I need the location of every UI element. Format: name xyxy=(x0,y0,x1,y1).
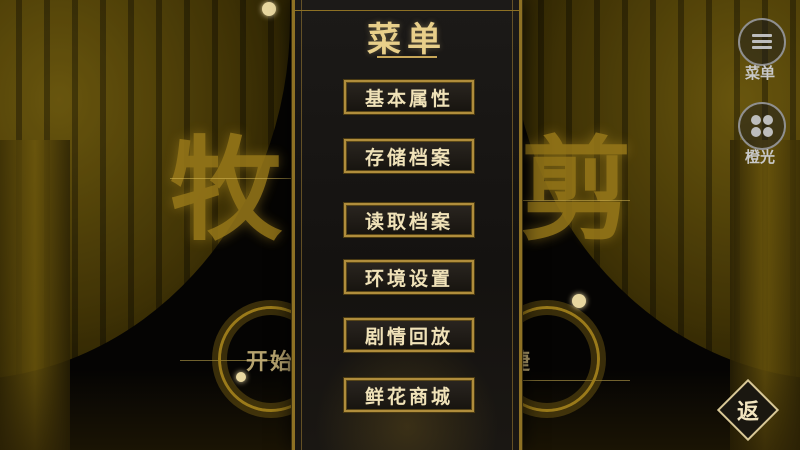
flower-icon xyxy=(236,372,246,382)
story-replay-button[interactable]: 剧情回放 xyxy=(344,318,474,352)
side-menu-label: 菜单 xyxy=(744,64,775,82)
orange-light-button[interactable] xyxy=(738,102,786,150)
flower-icon xyxy=(572,294,586,308)
back-button[interactable]: 返 xyxy=(716,378,780,442)
title-calligraphy-right: 剪 xyxy=(520,125,632,256)
flower-shop-button[interactable]: 鲜花商城 xyxy=(344,378,474,412)
save-game-button[interactable]: 存储档案 xyxy=(344,139,474,173)
start-label: 开始 xyxy=(246,349,295,375)
clover-icon xyxy=(751,115,773,137)
menu-panel: 菜单 基本属性 存储档案 读取档案 环境设置 剧情回放 鲜花商城 xyxy=(292,0,522,450)
orange-light-label: 橙光 xyxy=(744,148,775,166)
load-game-button[interactable]: 读取档案 xyxy=(344,203,474,237)
cloud-swirl xyxy=(170,178,300,179)
settings-button[interactable]: 环境设置 xyxy=(344,260,474,294)
menu-title: 菜单 xyxy=(367,20,447,60)
panel-top-border xyxy=(295,0,519,11)
flower-icon xyxy=(262,2,276,16)
basic-attributes-button[interactable]: 基本属性 xyxy=(344,80,474,114)
title-calligraphy-left: 牧 xyxy=(170,125,282,256)
side-menu-button[interactable] xyxy=(738,18,786,66)
title-flourish xyxy=(377,56,437,58)
menu-lines-icon xyxy=(752,34,772,50)
cloud-swirl xyxy=(510,200,630,201)
back-label: 返 xyxy=(736,399,759,425)
